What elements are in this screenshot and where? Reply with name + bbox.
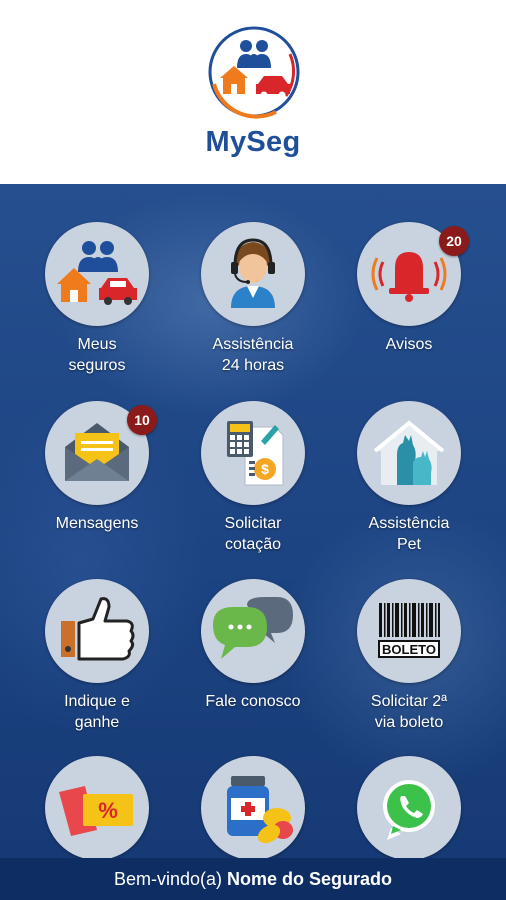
tile-label-line1: Assistência [368,515,450,532]
tile-meus-seguros[interactable]: Meus seguros [17,222,177,376]
thumbs-up-icon [45,579,149,683]
tile-label-line2: via boleto [374,714,444,731]
user-name: Nome do Segurado [227,869,393,889]
notification-count-badge: 20 [439,226,469,256]
tile-label-line1: Fale conosco [205,693,301,710]
tile-label-line1: Meus [77,336,117,353]
myseg-logo-icon [206,24,302,120]
tile-label-line1: Solicitar [224,515,282,532]
percent-text: % [98,798,118,823]
headset-agent-icon [201,222,305,326]
svg-text:$: $ [261,461,269,477]
whatsapp-icon [357,756,461,858]
tile-assistencia-pet[interactable]: Assistência Pet [329,401,489,555]
envelope-icon: 10 [45,401,157,505]
medicine-pills-icon [201,756,305,858]
app-header: MySeg [0,0,506,184]
tile-mensagens[interactable]: 10 Mensagens [17,401,177,534]
tile-label-line2: seguros [68,357,126,374]
alarm-bell-icon: 20 [357,222,469,326]
calculator-document-icon: $ [201,401,305,505]
message-count-badge: 10 [127,405,157,435]
logo-text: MySeg [205,126,301,158]
menu-grid: Meus seguros Assistência 24 horas 20 Avi… [0,184,506,858]
discount-coupon-icon: % [45,756,149,858]
tile-label-line2: cotação [224,536,282,553]
family-house-car-icon [45,222,149,326]
tile-solicitar-cotacao[interactable]: $ Solicitar cotação [173,401,333,555]
tile-indique-ganhe[interactable]: Indique e ganhe [17,579,177,733]
tile-farmacia[interactable] [173,756,333,858]
tile-label-line1: Assistência [212,336,294,353]
tile-descontos[interactable]: % [17,756,177,858]
tile-fale-conosco[interactable]: Fale conosco [173,579,333,712]
tile-label-line2: Pet [396,536,421,553]
tile-label-line1: Solicitar 2ª [370,693,448,710]
tile-label-line1: Mensagens [55,515,139,532]
tile-label-line1: Indique e [64,693,130,710]
pet-house-icon [357,401,461,505]
tile-label-line1: Avisos [385,336,433,353]
barcode-boleto-icon: BOLETO [357,579,461,683]
tile-avisos[interactable]: 20 Avisos [329,222,489,355]
tile-label-line2: 24 horas [221,357,285,374]
tile-whatsapp[interactable] [329,756,489,858]
welcome-greeting: Bem-vindo(a) [113,869,228,889]
tile-assistencia-24h[interactable]: Assistência 24 horas [173,222,333,376]
chat-bubbles-icon [201,579,305,683]
welcome-footer: Bem-vindo(a) Nome do Segurado [0,858,506,900]
boleto-text: BOLETO [382,642,436,657]
tile-label-line2: ganhe [74,714,120,731]
tile-segunda-via-boleto[interactable]: BOLETO Solicitar 2ª via boleto [329,579,489,733]
